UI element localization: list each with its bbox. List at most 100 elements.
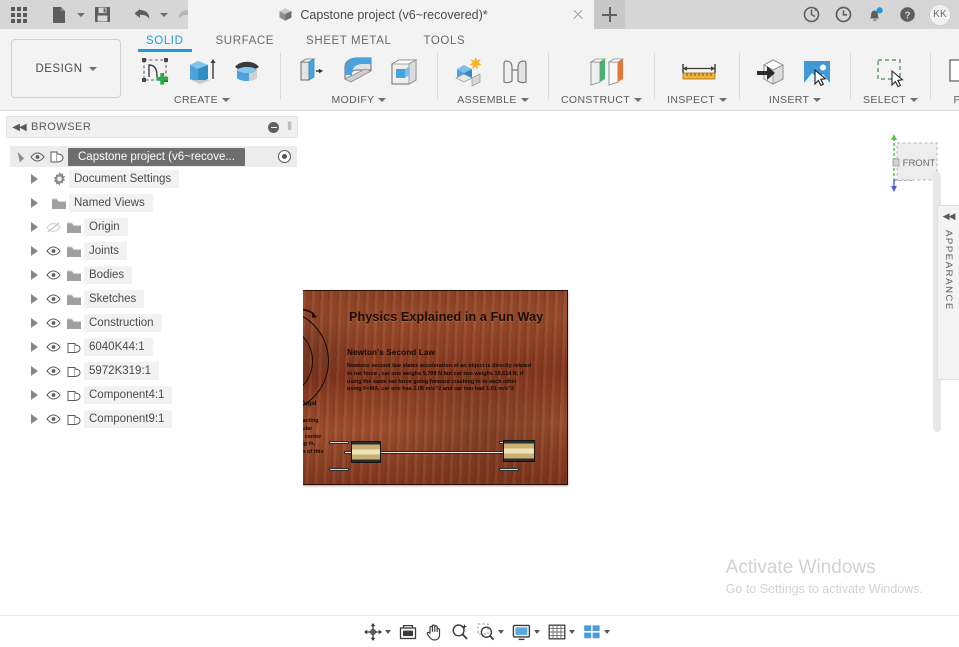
zoom-window-icon[interactable] [473, 616, 508, 647]
panel-grip[interactable]: ⦀ [287, 121, 292, 134]
fillet-icon[interactable] [339, 53, 379, 93]
job-status-clock-icon[interactable] [828, 0, 858, 29]
extrude-icon[interactable] [182, 53, 222, 93]
undo-dropdown[interactable] [157, 0, 170, 29]
tree-row-root[interactable]: Capstone project (v6~recove... [10, 146, 297, 167]
chevron-down-icon[interactable] [521, 98, 529, 102]
joint-icon[interactable] [496, 53, 536, 93]
chevron-down-icon[interactable] [634, 98, 642, 102]
panel-modify-label: MODIFY [332, 94, 387, 106]
board-section-body: Newtons second law states acceleration o… [347, 363, 532, 394]
chevron-down-icon[interactable] [910, 98, 918, 102]
new-document-icon[interactable] [44, 0, 74, 29]
refresh-icon[interactable] [796, 0, 826, 29]
visibility-eye-icon[interactable] [42, 311, 64, 335]
mouse-pointer-icon [814, 69, 827, 87]
notifications-bell-icon[interactable] [860, 0, 890, 29]
visibility-eye-icon[interactable] [42, 383, 64, 407]
shell-icon[interactable] [385, 53, 425, 93]
chevron-down-icon[interactable] [222, 98, 230, 102]
physics-board-model[interactable]: Physics Explained in a Fun Way Newton's … [303, 290, 568, 485]
create-sketch-icon[interactable] [136, 53, 176, 93]
sidebar-item-component4[interactable]: Component4:1 [0, 383, 303, 407]
viewports-icon[interactable] [579, 616, 614, 647]
close-icon[interactable] [571, 8, 584, 21]
chevron-down-icon[interactable] [378, 98, 386, 102]
zoom-magnifier-icon[interactable] [447, 616, 473, 647]
look-at-icon[interactable] [395, 616, 421, 647]
folder-icon [64, 287, 84, 311]
collapse-right-icon[interactable]: ◀◀ [943, 211, 955, 222]
document-tab[interactable]: Capstone project (v6~recovered)* [188, 0, 594, 29]
chevron-down-icon[interactable] [385, 630, 391, 634]
sidebar-item-sketches[interactable]: Sketches [0, 287, 303, 311]
visibility-eye-icon[interactable] [42, 335, 64, 359]
display-settings-icon[interactable] [508, 616, 544, 647]
chevron-down-icon[interactable] [604, 630, 610, 634]
chevron-down-icon[interactable] [719, 98, 727, 102]
visibility-eye-icon[interactable] [42, 287, 64, 311]
expand-arrow-icon[interactable] [26, 167, 42, 191]
undo-icon[interactable] [127, 0, 157, 29]
orbit-icon[interactable] [360, 616, 395, 647]
new-component-icon[interactable] [450, 53, 490, 93]
expand-arrow-icon[interactable] [26, 287, 42, 311]
expand-arrow-icon[interactable] [26, 215, 42, 239]
workspace-switcher[interactable]: DESIGN [11, 39, 121, 98]
sidebar-item-construction[interactable]: Construction [0, 311, 303, 335]
visibility-eye-icon[interactable] [42, 359, 64, 383]
plus-icon [602, 7, 617, 22]
help-question-icon[interactable]: ? [892, 0, 922, 29]
minimize-dot-icon[interactable] [268, 122, 279, 133]
pan-hand-icon[interactable] [421, 616, 447, 647]
offset-plane-icon[interactable] [582, 53, 622, 93]
sidebar-item-joints[interactable]: Joints [0, 239, 303, 263]
panel-inspect: INSPECT [658, 49, 736, 111]
expand-arrow-icon[interactable] [26, 191, 42, 215]
appearance-panel-tab[interactable]: ◀◀ APPEARANCE [937, 205, 959, 380]
expand-arrow-icon[interactable] [26, 359, 42, 383]
visibility-eye-icon[interactable] [26, 145, 48, 169]
selection-window-icon[interactable] [871, 53, 911, 93]
sidebar-item-6040k44[interactable]: 6040K44:1 [0, 335, 303, 359]
sidebar-item-document-settings[interactable]: Document Settings [0, 167, 303, 191]
expand-arrow-icon[interactable] [10, 145, 26, 169]
save-icon[interactable] [87, 0, 117, 29]
grid-snaps-icon[interactable] [544, 616, 579, 647]
navigation-bar [0, 615, 959, 647]
chevron-down-icon[interactable] [534, 630, 540, 634]
visibility-eye-icon[interactable] [42, 263, 64, 287]
folder-icon [64, 215, 84, 239]
board-centripetal-heading: Centripital force and centrifugal force [303, 399, 319, 418]
expand-arrow-icon[interactable] [26, 239, 42, 263]
new-tab-button[interactable] [594, 0, 625, 29]
chevron-down-icon[interactable] [813, 98, 821, 102]
expand-arrow-icon[interactable] [26, 383, 42, 407]
avatar[interactable]: KK [929, 4, 951, 26]
chevron-down-icon[interactable] [498, 630, 504, 634]
tree-item-label: Component4:1 [84, 386, 172, 404]
collapse-left-icon[interactable]: ◀◀ [7, 122, 31, 133]
chevron-down-icon[interactable] [569, 630, 575, 634]
activate-component-icon[interactable] [278, 150, 291, 163]
expand-arrow-icon[interactable] [26, 407, 42, 431]
sidebar-item-5972k319[interactable]: 5972K319:1 [0, 359, 303, 383]
sidebar-item-origin[interactable]: Origin [0, 215, 303, 239]
grid-apps-icon[interactable] [4, 0, 34, 29]
press-pull-icon[interactable] [293, 53, 333, 93]
align-icon[interactable] [943, 53, 959, 93]
visibility-eye-off-icon[interactable] [42, 215, 64, 239]
visibility-eye-icon[interactable] [42, 407, 64, 431]
insert-derive-icon[interactable] [752, 53, 792, 93]
sidebar-item-bodies[interactable]: Bodies [0, 263, 303, 287]
sidebar-item-component9[interactable]: Component9:1 [0, 407, 303, 431]
measure-ruler-icon[interactable] [677, 53, 717, 93]
new-document-dropdown[interactable] [74, 0, 87, 29]
expand-arrow-icon[interactable] [26, 263, 42, 287]
sidebar-item-named-views[interactable]: Named Views [0, 191, 303, 215]
viewport-canvas[interactable]: FRONT FRONT ◀◀ APPEARANCE [303, 112, 959, 615]
visibility-eye-icon[interactable] [42, 239, 64, 263]
revolve-icon[interactable] [228, 53, 268, 93]
expand-arrow-icon[interactable] [26, 311, 42, 335]
expand-arrow-icon[interactable] [26, 335, 42, 359]
